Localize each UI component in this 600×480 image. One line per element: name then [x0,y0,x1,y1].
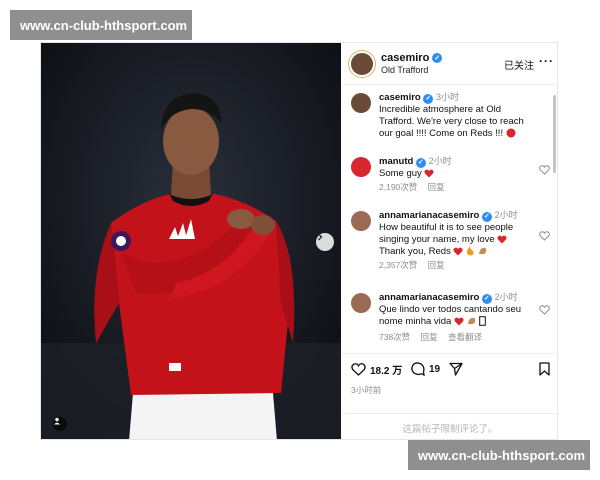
comment-count[interactable]: 19 [429,364,440,375]
comment-item: manutd ✓ 2小时 Some guy 2,190次赞 回复 [349,155,550,195]
tagged-people-button[interactable] [53,417,67,431]
like-count[interactable]: 18.2 万 [370,362,402,377]
more-options-button[interactable]: ··· [539,54,554,68]
comment-meta: 2,357次赞 回复 [379,259,453,271]
save-action[interactable] [539,362,550,376]
reply-button[interactable]: 回复 [421,332,438,342]
comment-item: annamarianacasemiro ✓ 2小时 How beautiful … [349,209,550,273]
comment-meta: 2,190次赞 回复 [379,181,453,193]
reply-button[interactable]: 回复 [428,260,445,270]
heart-icon[interactable] [351,363,366,376]
player-illustration [41,43,341,439]
instagram-post: casemiro ✓ Old Trafford 已关注 ··· casemiro… [40,42,558,440]
comment-time: 2小时 [428,156,452,166]
comment-body: manutd ✓ 2小时 Some guy [379,155,529,180]
red-circle-emoji [506,128,516,138]
person-tag-icon [54,417,60,425]
muscle-emoji [467,318,475,325]
comment-likes[interactable]: 2,357次赞 [379,260,417,270]
heart-emoji [454,317,464,326]
comments-list: casemiro ✓ 3小时 Incredible atmosphere at … [341,87,553,347]
author-avatar[interactable] [349,51,375,77]
comment-avatar[interactable] [351,157,371,177]
watermark-bottom: www.cn-club-hthsport.com [408,440,590,470]
page: www.cn-club-hthsport.com casemiro ✓ Old … [0,0,600,480]
comment-icon[interactable] [411,362,425,376]
heart-emoji [424,169,434,178]
comment-avatar[interactable] [351,293,371,313]
comment-meta: 738次赞 回复 查看翻译 [379,331,490,343]
comment-body: annamarianacasemiro ✓ 2小时 How beautiful … [379,209,537,258]
comment-item: annamarianacasemiro ✓ 2小时 Que lindo ver … [349,291,550,347]
post-photo[interactable] [41,43,341,439]
comment-avatar[interactable] [351,211,371,231]
watermark-top: www.cn-club-hthsport.com [10,10,192,40]
comment-author[interactable]: manutd [379,156,413,167]
comment-text: Que lindo ver todos cantando seu nome mi… [379,304,522,327]
comment-text-line2: Thank you, Reds [379,246,451,257]
chevron-right-icon [318,233,323,241]
heart-emoji [497,235,507,244]
watermark-bottom-text: www.cn-club-hthsport.com [418,447,586,463]
verified-icon: ✓ [432,53,443,63]
post-header: casemiro ✓ Old Trafford 已关注 ··· [341,43,557,85]
caption-author[interactable]: casemiro [379,92,421,103]
caption-avatar[interactable] [351,93,371,113]
comment-action[interactable]: 19 [411,362,440,376]
caption-time: 3小时 [436,92,460,102]
heart-emoji [453,247,464,256]
reply-button[interactable]: 回复 [428,182,445,192]
fire-emoji [467,246,474,256]
comments-limited-notice: 这篇帖子限制评论了。 [341,413,557,439]
following-button[interactable]: 已关注 [504,57,534,72]
comment-time: 2小时 [494,210,518,220]
comment-text: How beautiful it is to see people singin… [379,222,514,245]
heart-icon[interactable] [539,305,550,315]
posted-time: 3小时前 [351,385,382,395]
see-translation-button[interactable]: 查看翻译 [448,332,482,342]
caption-text: Incredible atmosphere at Old Trafford. W… [379,104,524,139]
comment-author[interactable]: annamarianacasemiro [379,210,479,221]
verified-icon: ✓ [423,94,434,104]
share-action[interactable] [449,362,463,376]
comment-author[interactable]: annamarianacasemiro [379,292,479,303]
comment-time: 2小时 [494,292,518,302]
comment-body: annamarianacasemiro ✓ 2小时 Que lindo ver … [379,291,537,328]
comment-likes[interactable]: 738次赞 [379,332,410,342]
caption-body: casemiro ✓ 3小时 Incredible atmosphere at … [379,91,529,140]
comments-scrollbar[interactable] [553,95,556,173]
heart-icon[interactable] [539,231,550,241]
verified-icon: ✓ [481,294,492,304]
author-name-row: casemiro ✓ [381,52,443,64]
caption: casemiro ✓ 3小时 Incredible atmosphere at … [349,91,549,143]
heart-icon[interactable] [539,165,550,175]
post-actions: 18.2 万 19 3小时前 [341,353,557,413]
like-action[interactable]: 18.2 万 [351,362,402,377]
share-icon[interactable] [449,362,463,376]
verified-icon: ✓ [481,212,492,222]
next-photo-button[interactable] [316,233,334,251]
muscle-emoji [478,248,486,255]
verified-icon: ✓ [415,158,426,168]
author-username[interactable]: casemiro [381,52,429,64]
comment-text: Some guy [379,168,422,179]
post-side-panel: casemiro ✓ Old Trafford 已关注 ··· casemiro… [341,43,557,439]
watermark-top-text: www.cn-club-hthsport.com [20,17,188,33]
unknown-glyph-icon [479,316,487,327]
post-location[interactable]: Old Trafford [381,65,428,75]
comment-likes[interactable]: 2,190次赞 [379,182,417,192]
bookmark-icon[interactable] [539,362,550,376]
